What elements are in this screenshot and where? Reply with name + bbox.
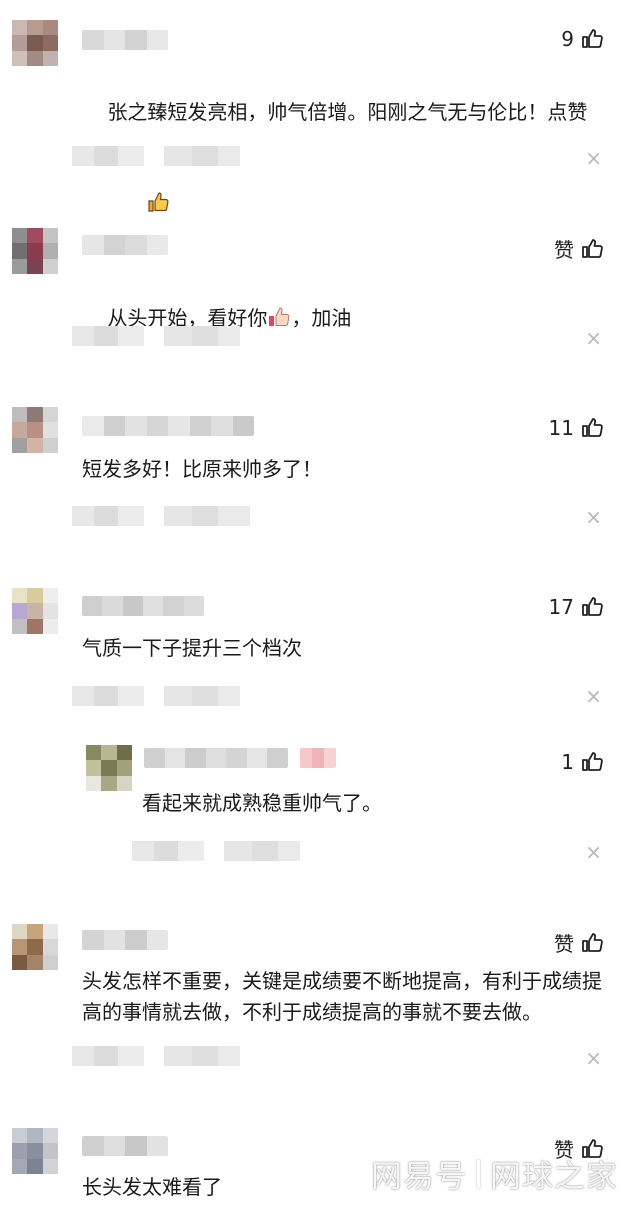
- username-blurred[interactable]: [82, 235, 168, 255]
- comment-text: 短发多好！比原来帅多了！: [82, 457, 322, 481]
- thumbs-up-emoji-icon: [267, 305, 291, 338]
- username-blurred[interactable]: [82, 930, 168, 950]
- comment-text: 长头发太难看了: [82, 1175, 222, 1199]
- comment-text: 看起来就成熟稳重帅气了。: [142, 791, 382, 815]
- thumbs-up-icon: [582, 752, 603, 771]
- comment-meta-blurred: [72, 686, 240, 706]
- comment-text: 从头开始，看好你 ，加油: [82, 272, 602, 369]
- like-button[interactable]: 赞: [554, 234, 604, 263]
- avatar[interactable]: [12, 20, 58, 66]
- like-button[interactable]: 17: [549, 595, 604, 619]
- avatar[interactable]: [12, 924, 58, 970]
- comment-meta-blurred: [72, 326, 240, 346]
- comment-meta-blurred: [72, 146, 240, 166]
- username-blurred[interactable]: [82, 596, 204, 616]
- thumbs-up-icon: [582, 932, 603, 952]
- thumbs-up-icon: [582, 238, 603, 258]
- close-icon[interactable]: ×: [585, 328, 602, 348]
- like-button[interactable]: 9: [561, 27, 604, 51]
- avatar[interactable]: [86, 745, 132, 791]
- comment-meta-blurred: [132, 841, 300, 861]
- watermark-source: 网易号: [371, 1159, 467, 1195]
- avatar[interactable]: [12, 228, 58, 274]
- avatar[interactable]: [12, 407, 58, 453]
- comment-meta-blurred: [72, 506, 250, 526]
- username-blurred[interactable]: [144, 748, 288, 768]
- avatar[interactable]: [12, 1128, 58, 1174]
- comment-meta-blurred: [72, 1046, 240, 1066]
- close-icon[interactable]: ×: [585, 507, 602, 527]
- avatar[interactable]: [12, 588, 58, 634]
- comment-text: 气质一下子提升三个档次: [82, 636, 302, 660]
- like-count: 17: [548, 595, 574, 619]
- badge-blurred: [300, 748, 336, 768]
- close-icon[interactable]: ×: [585, 686, 602, 706]
- thumbs-up-icon: [582, 418, 603, 437]
- like-button[interactable]: 赞: [554, 928, 604, 957]
- watermark: 网易号 网球之家: [371, 1151, 618, 1196]
- comment-text: 头发怎样不重要，关键是成绩要不断地提高，有利于成绩提高的事情就去做，不利于成绩提…: [82, 969, 602, 1024]
- watermark-divider: [477, 1159, 480, 1188]
- like-count: 9: [561, 27, 574, 51]
- like-label: 赞: [554, 932, 574, 956]
- close-icon[interactable]: ×: [585, 842, 602, 862]
- thumbs-up-icon: [582, 597, 603, 616]
- close-icon[interactable]: ×: [585, 1048, 602, 1068]
- like-count: 11: [548, 416, 574, 440]
- thumbs-up-icon: [582, 29, 603, 48]
- like-label: 赞: [554, 238, 574, 262]
- username-blurred[interactable]: [82, 1136, 168, 1156]
- close-icon[interactable]: ×: [585, 148, 602, 168]
- like-button[interactable]: 11: [549, 416, 604, 440]
- username-blurred[interactable]: [82, 416, 254, 436]
- like-button[interactable]: 1: [561, 750, 604, 774]
- like-count: 1: [561, 750, 574, 774]
- watermark-account: 网球之家: [490, 1159, 618, 1195]
- username-blurred[interactable]: [82, 30, 168, 50]
